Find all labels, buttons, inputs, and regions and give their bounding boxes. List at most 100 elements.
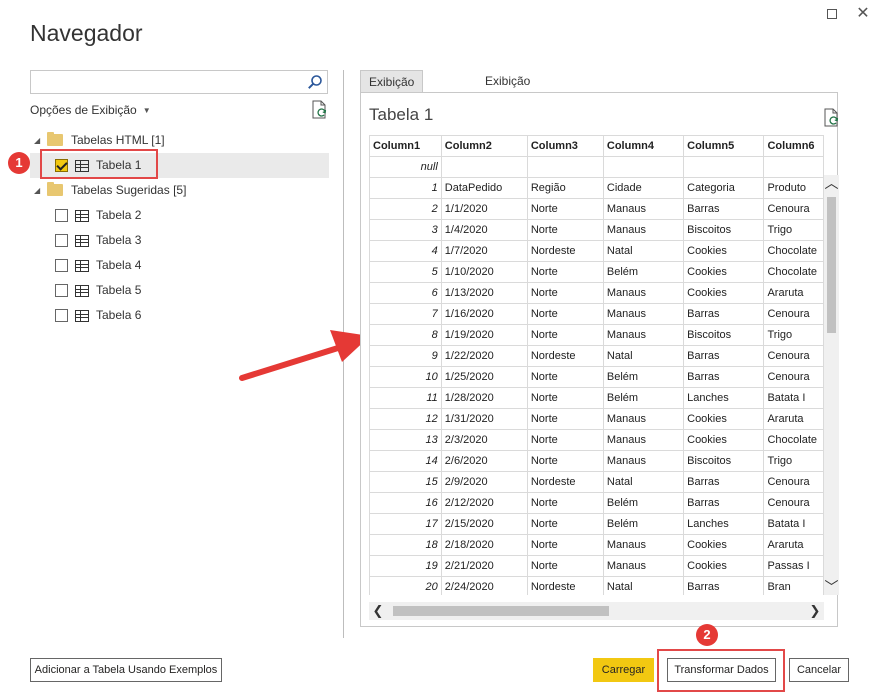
scroll-thumb[interactable]: [393, 606, 609, 616]
table-cell[interactable]: Categoria: [683, 177, 765, 199]
table-cell[interactable]: 1/13/2020: [440, 282, 528, 304]
table-cell[interactable]: Barras: [683, 303, 765, 325]
data-grid[interactable]: Column1 Column2 Column3 Column4 Column5 Colum…: [369, 135, 824, 595]
table-cell[interactable]: 6: [369, 282, 442, 304]
table-cell[interactable]: Belém: [602, 492, 685, 514]
table-cell[interactable]: [602, 156, 685, 178]
table-cell[interactable]: Araruta: [763, 408, 824, 430]
table-cell[interactable]: Nordeste: [526, 576, 604, 595]
table-cell[interactable]: Natal: [602, 576, 685, 595]
table-cell[interactable]: 1/25/2020: [440, 366, 528, 388]
table-cell[interactable]: Cookies: [683, 240, 765, 262]
load-button[interactable]: Carregar: [593, 658, 654, 682]
table-cell[interactable]: 2/12/2020: [440, 492, 528, 514]
table-cell[interactable]: Cookies: [683, 555, 765, 577]
table-cell[interactable]: Cookies: [683, 408, 765, 430]
column-header[interactable]: Column2: [440, 135, 528, 157]
column-header[interactable]: Column6: [763, 135, 824, 157]
table-cell[interactable]: 13: [369, 429, 442, 451]
table-cell[interactable]: Manaus: [602, 219, 685, 241]
table-cell[interactable]: Biscoitos: [683, 450, 765, 472]
table-cell[interactable]: Natal: [602, 471, 685, 493]
refresh-icon[interactable]: [823, 108, 841, 128]
table-cell[interactable]: 2/9/2020: [440, 471, 528, 493]
table-cell[interactable]: 1/10/2020: [440, 261, 528, 283]
table-cell[interactable]: 12: [369, 408, 442, 430]
table-cell[interactable]: 3: [369, 219, 442, 241]
cancel-button[interactable]: Cancelar: [789, 658, 849, 682]
table-cell[interactable]: Lanches: [683, 513, 765, 535]
table-cell[interactable]: 2/18/2020: [440, 534, 528, 556]
display-options-dropdown[interactable]: Opções de Exibição ▼: [30, 103, 151, 117]
table-cell[interactable]: Cenoura: [763, 198, 824, 220]
table-cell[interactable]: 2/24/2020: [440, 576, 528, 595]
table-cell[interactable]: [683, 156, 765, 178]
table-cell[interactable]: Lanches: [683, 387, 765, 409]
table-cell[interactable]: Manaus: [602, 198, 685, 220]
table-cell[interactable]: Cenoura: [763, 366, 824, 388]
table-cell[interactable]: Barras: [683, 492, 765, 514]
table-cell[interactable]: Barras: [683, 471, 765, 493]
scroll-left-icon[interactable]: ❮: [369, 602, 387, 620]
table-cell[interactable]: 1/4/2020: [440, 219, 528, 241]
table-cell[interactable]: 1/31/2020: [440, 408, 528, 430]
expand-triangle-icon[interactable]: ◢: [34, 178, 40, 203]
scroll-thumb[interactable]: [827, 197, 836, 333]
refresh-icon[interactable]: [311, 100, 329, 120]
table-cell[interactable]: 14: [369, 450, 442, 472]
table-cell[interactable]: 2/21/2020: [440, 555, 528, 577]
table-cell[interactable]: Bran: [763, 576, 824, 595]
table-cell[interactable]: Cookies: [683, 282, 765, 304]
table-cell[interactable]: 10: [369, 366, 442, 388]
table-cell[interactable]: Barras: [683, 198, 765, 220]
table-cell[interactable]: Belém: [602, 387, 685, 409]
table-cell[interactable]: Trigo: [763, 450, 824, 472]
table-cell[interactable]: Manaus: [602, 324, 685, 346]
tree-item-tabela-6[interactable]: Tabela 6: [30, 303, 329, 328]
tree-item-tabela-3[interactable]: Tabela 3: [30, 228, 329, 253]
column-header[interactable]: Column4: [602, 135, 685, 157]
table-cell[interactable]: 1: [369, 177, 442, 199]
table-cell[interactable]: 1/16/2020: [440, 303, 528, 325]
table-cell[interactable]: Norte: [526, 534, 604, 556]
tree-item-tabela-4[interactable]: Tabela 4: [30, 253, 329, 278]
table-cell[interactable]: Passas I: [763, 555, 824, 577]
scroll-down-icon[interactable]: ﹀: [824, 579, 839, 595]
table-cell[interactable]: Belém: [602, 513, 685, 535]
table-cell[interactable]: 17: [369, 513, 442, 535]
table-cell[interactable]: [763, 156, 824, 178]
table-cell[interactable]: Norte: [526, 261, 604, 283]
table-cell[interactable]: Norte: [526, 450, 604, 472]
table-cell[interactable]: Cenoura: [763, 345, 824, 367]
table-cell[interactable]: 1/22/2020: [440, 345, 528, 367]
table-cell[interactable]: 2/15/2020: [440, 513, 528, 535]
table-cell[interactable]: 11: [369, 387, 442, 409]
table-cell[interactable]: Nordeste: [526, 345, 604, 367]
table-cell[interactable]: 19: [369, 555, 442, 577]
table-cell[interactable]: Trigo: [763, 324, 824, 346]
column-header[interactable]: Column1: [369, 135, 442, 157]
table-cell[interactable]: Norte: [526, 387, 604, 409]
table-cell[interactable]: Norte: [526, 555, 604, 577]
checkbox-tabela-5[interactable]: [55, 284, 68, 297]
table-cell[interactable]: Chocolate: [763, 240, 824, 262]
table-cell[interactable]: 16: [369, 492, 442, 514]
tab-web-view[interactable]: Exibição da Web: [477, 70, 538, 110]
table-cell[interactable]: Araruta: [763, 534, 824, 556]
table-cell[interactable]: Biscoitos: [683, 324, 765, 346]
table-cell[interactable]: 2/6/2020: [440, 450, 528, 472]
table-cell[interactable]: null: [369, 156, 442, 178]
checkbox-tabela-2[interactable]: [55, 209, 68, 222]
table-cell[interactable]: 2/3/2020: [440, 429, 528, 451]
checkbox-tabela-4[interactable]: [55, 259, 68, 272]
table-cell[interactable]: 1/7/2020: [440, 240, 528, 262]
table-cell[interactable]: 2: [369, 198, 442, 220]
table-cell[interactable]: Manaus: [602, 303, 685, 325]
table-cell[interactable]: Barras: [683, 366, 765, 388]
table-cell[interactable]: Natal: [602, 240, 685, 262]
tree-group-suggested-tables[interactable]: ◢ Tabelas Sugeridas [5]: [30, 178, 329, 203]
table-cell[interactable]: Norte: [526, 324, 604, 346]
scroll-up-icon[interactable]: ︿: [824, 175, 839, 191]
table-cell[interactable]: Norte: [526, 513, 604, 535]
tab-table-view[interactable]: Exibição de Tabela: [360, 70, 424, 133]
